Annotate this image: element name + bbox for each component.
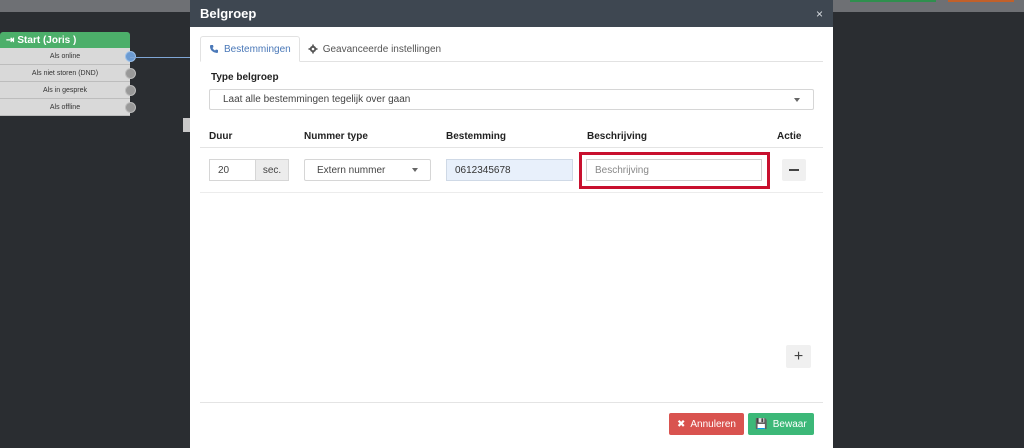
description-input[interactable]: Beschrijving [586,159,762,181]
number-type-select[interactable]: Extern nummer [304,159,431,181]
column-header-nummer-type: Nummer type [304,131,368,142]
flow-node-start[interactable]: ⇥ Start (Joris ) Als online Als niet sto… [0,32,136,118]
flow-node-row: Als online [0,48,136,65]
flow-node-title: Start (Joris ) [17,34,77,46]
save-icon: 💾 [755,418,768,430]
flow-node-row-label: Als offline [49,103,81,111]
phone-icon [210,45,218,53]
remove-row-button[interactable] [782,159,806,181]
app-green-button[interactable] [850,0,936,2]
minus-icon [789,169,799,171]
destinations-table: Duur Nummer type Bestemming Beschrijving… [200,128,823,193]
table-row: 20 sec. Extern nummer 0612345678 Beschri… [200,148,823,193]
duration-unit: sec. [256,159,289,181]
column-header-actie: Actie [777,131,802,142]
flow-node-row-label: Als in gesprek [43,86,87,94]
tab-label: Geavanceerde instellingen [322,43,442,55]
footer-divider [200,402,823,403]
login-icon: ⇥ [6,34,15,46]
flow-node-row: Als in gesprek [0,82,136,99]
flow-port[interactable] [125,85,136,96]
type-belgroep-select[interactable]: Laat alle bestemmingen tegelijk over gaa… [209,89,814,110]
add-row-button[interactable]: + [786,345,811,368]
modal-title: Belgroep [200,6,257,21]
close-icon: ✖ [677,418,686,430]
number-type-value: Extern nummer [317,164,386,176]
flow-connection [130,57,192,58]
modal-tabs: Bestemmingen Geavanceerde instellingen [200,36,823,62]
belgroep-modal: Belgroep × Bestemmingen Geavanceerde ins… [190,0,833,448]
duration-input[interactable]: 20 [209,159,256,181]
tab-label: Bestemmingen [224,43,291,55]
cancel-label: Annuleren [690,418,736,430]
column-header-beschrijving: Beschrijving [587,131,648,142]
chevron-down-icon [412,168,418,172]
save-button[interactable]: 💾 Bewaar [748,413,814,435]
save-label: Bewaar [772,418,807,430]
flow-node-row-label: Als online [49,52,81,60]
flow-node-row-label: Als niet storen (DND) [31,69,99,77]
type-belgroep-value: Laat alle bestemmingen tegelijk over gaa… [223,94,411,105]
gear-icon [308,44,318,54]
tab-bestemmingen[interactable]: Bestemmingen [200,36,300,62]
flow-node-header[interactable]: ⇥ Start (Joris ) [0,32,130,48]
tab-geavanceerde-instellingen[interactable]: Geavanceerde instellingen [300,36,449,62]
modal-header: Belgroep × [190,0,833,27]
column-header-duur: Duur [209,131,233,142]
flow-port[interactable] [125,102,136,113]
flow-node-row: Als niet storen (DND) [0,65,136,82]
flow-node-row: Als offline [0,99,136,116]
app-orange-button[interactable] [948,0,1014,2]
chevron-down-icon [794,97,800,102]
column-header-bestemming: Bestemming [446,131,507,142]
cancel-button[interactable]: ✖ Annuleren [669,413,744,435]
table-header: Duur Nummer type Bestemming Beschrijving… [200,128,823,148]
flow-port[interactable] [125,68,136,79]
type-belgroep-label: Type belgroep [211,72,279,83]
close-icon[interactable]: × [816,7,823,21]
destination-input[interactable]: 0612345678 [446,159,573,181]
plus-icon: + [793,347,804,365]
